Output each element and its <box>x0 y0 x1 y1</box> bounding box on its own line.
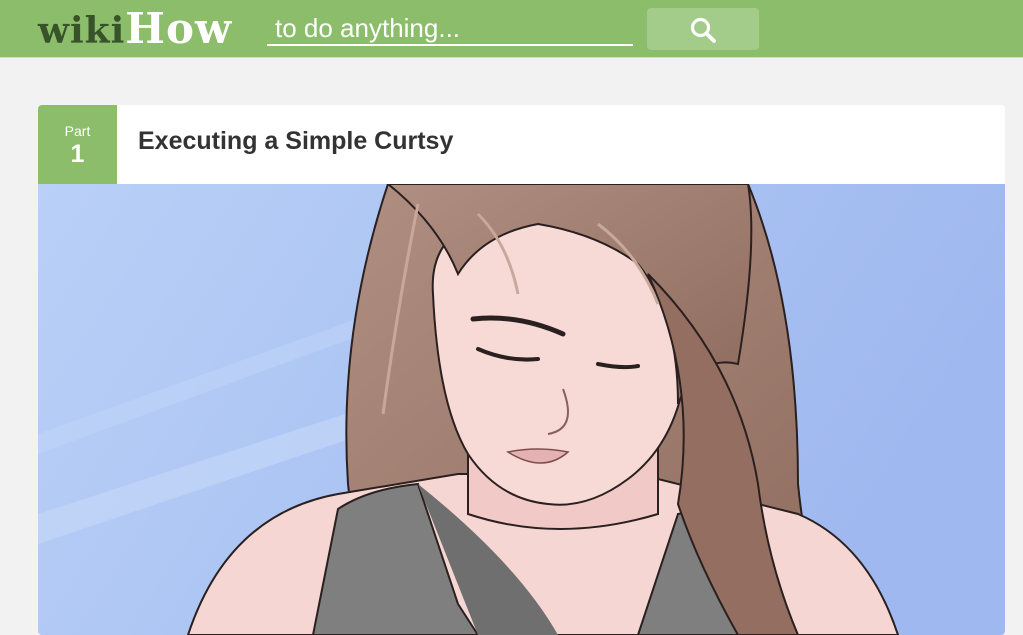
logo-wiki-text: wiki <box>38 10 126 52</box>
part-label: Part <box>64 123 91 139</box>
part-number: 1 <box>70 140 85 168</box>
curtsy-illustration <box>38 184 1005 635</box>
site-header: wikiHow <box>0 0 1023 58</box>
search-icon <box>690 17 716 43</box>
search-button[interactable] <box>647 8 759 50</box>
step-section-card: Part 1 Executing a Simple Curtsy <box>38 105 1005 635</box>
part-badge: Part 1 <box>38 105 117 184</box>
logo-how-text: How <box>125 4 233 53</box>
wikihow-logo[interactable]: wikiHow <box>38 4 233 53</box>
section-title: Executing a Simple Curtsy <box>138 127 454 155</box>
search-input[interactable] <box>267 12 633 46</box>
